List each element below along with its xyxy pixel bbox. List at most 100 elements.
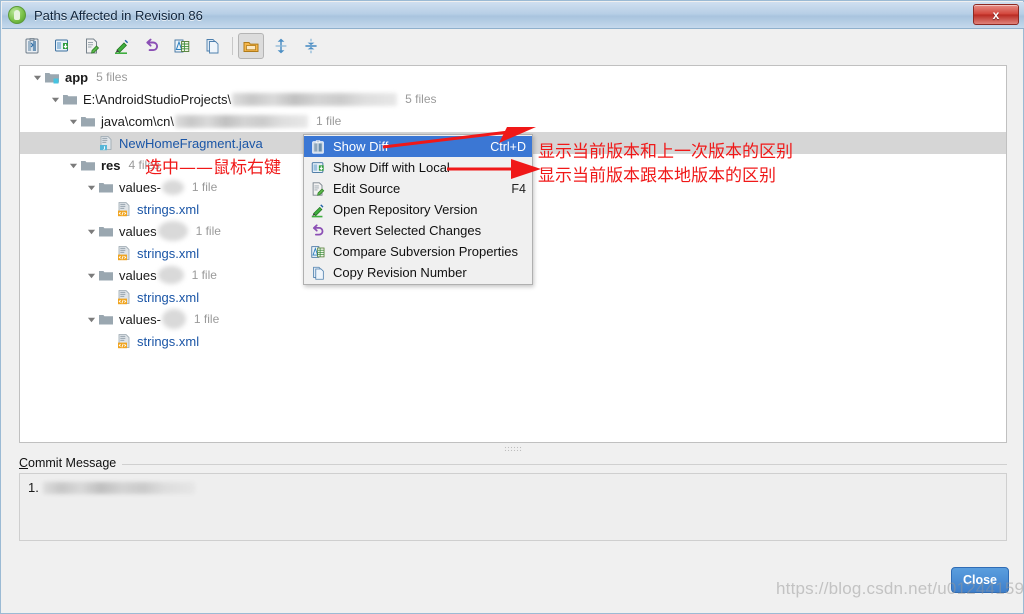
menu-item-label: Show Diff with Local — [333, 160, 450, 175]
folder-icon — [62, 91, 78, 107]
menu-item-compare-subversion-properties[interactable]: Compare Subversion Properties — [304, 241, 532, 262]
redacted-path-text — [161, 309, 186, 329]
folder-icon — [98, 267, 114, 283]
menu-item-edit-source[interactable]: Edit Source F4 — [304, 178, 532, 199]
xml-file-icon — [116, 201, 132, 217]
tree-row[interactable]: E:\AndroidStudioProjects\ 5 files — [20, 88, 1006, 110]
tree-node-label: values — [119, 223, 157, 239]
tree-node-label: app — [65, 69, 89, 85]
commit-message-label: Commit Message — [19, 456, 123, 470]
tree-node-label: E:\AndroidStudioProjects\ — [83, 91, 232, 107]
dialog-window: Paths Affected in Revision 86 x app 5 fi… — [0, 0, 1024, 614]
tree-twisty-placeholder — [102, 330, 116, 352]
show-diff-icon[interactable] — [19, 33, 45, 59]
tree-node-file-count: 4 files — [128, 158, 160, 172]
tree-twisty-placeholder — [102, 242, 116, 264]
tree-node-label: NewHomeFragment.java — [119, 135, 263, 151]
xml-file-icon — [116, 333, 132, 349]
xml-file-icon — [116, 289, 132, 305]
tree-row[interactable]: app 5 files — [20, 66, 1006, 88]
chevron-down-icon[interactable] — [84, 308, 98, 330]
copy-revision-number-icon — [309, 264, 326, 281]
commit-label-mnemonic: C — [19, 456, 29, 470]
collapse-all-icon[interactable] — [298, 33, 324, 59]
commit-label-rest: ommit Message — [28, 456, 117, 470]
tree-twisty-placeholder — [84, 132, 98, 154]
android-round-icon — [8, 6, 26, 24]
context-menu-items: Show Diff Ctrl+D Show Diff with Local Edit … — [304, 136, 532, 283]
panel-splitter[interactable] — [19, 444, 1007, 453]
compare-subversion-properties-icon[interactable] — [169, 33, 195, 59]
chevron-down-icon[interactable] — [84, 264, 98, 286]
chevron-down-icon[interactable] — [66, 154, 80, 176]
splitter-grip-icon — [504, 446, 522, 451]
menu-item-revert-selected-changes[interactable]: Revert Selected Changes — [304, 220, 532, 241]
commit-message-box[interactable]: 1. — [19, 473, 1007, 541]
tree-twisty-placeholder — [102, 198, 116, 220]
redacted-path-text — [157, 221, 188, 241]
folder-icon — [98, 179, 114, 195]
compare-subversion-properties-icon — [309, 243, 326, 260]
tree-node-label: strings.xml — [137, 201, 200, 217]
menu-item-label: Revert Selected Changes — [333, 223, 482, 238]
tree-node-file-count: 5 files — [405, 92, 437, 106]
menu-item-show-diff[interactable]: Show Diff Ctrl+D — [304, 136, 532, 157]
open-repository-version-icon[interactable] — [109, 33, 135, 59]
tree-node-label: values — [119, 267, 157, 283]
tree-row[interactable]: java\com\cn\ 1 file — [20, 110, 1006, 132]
tree-node-label: strings.xml — [137, 289, 200, 305]
commit-message-line: 1. — [28, 480, 195, 495]
menu-item-show-diff-with-local[interactable]: Show Diff with Local — [304, 157, 532, 178]
chevron-down-icon[interactable] — [84, 220, 98, 242]
window-close-button[interactable]: x — [973, 4, 1019, 25]
menu-item-label: Copy Revision Number — [333, 265, 467, 280]
menu-item-label: Show Diff — [333, 139, 389, 154]
chevron-down-icon[interactable] — [48, 88, 62, 110]
xml-file-icon — [116, 245, 132, 261]
toolbar-separator — [232, 37, 233, 55]
menu-item-label: Edit Source — [333, 181, 401, 196]
expand-all-icon[interactable] — [268, 33, 294, 59]
title-bar: Paths Affected in Revision 86 x — [2, 2, 1024, 29]
tree-node-label: java\com\cn\ — [101, 113, 174, 129]
tree-twisty-placeholder — [102, 286, 116, 308]
edit-source-icon[interactable] — [79, 33, 105, 59]
dialog-footer: Close — [3, 553, 1023, 609]
tree-node-file-count: 1 file — [195, 224, 221, 238]
tree-row[interactable]: strings.xml — [20, 330, 1006, 352]
redacted-path-text — [232, 92, 398, 106]
menu-item-label: Compare Subversion Properties — [333, 244, 518, 259]
close-button[interactable]: Close — [951, 567, 1009, 593]
redacted-path-text — [161, 179, 184, 195]
tree-node-file-count: 1 file — [191, 180, 218, 194]
edit-source-icon — [309, 180, 326, 197]
redacted-path-text — [174, 114, 308, 128]
tree-row[interactable]: strings.xml — [20, 286, 1006, 308]
copy-revision-number-icon[interactable] — [199, 33, 225, 59]
tree-row[interactable]: values- 1 file — [20, 308, 1006, 330]
revert-selected-changes-icon — [309, 222, 326, 239]
group-by-directory-icon[interactable] — [238, 33, 264, 59]
folder-icon — [80, 113, 96, 129]
tree-node-file-count: 1 file — [191, 268, 217, 282]
tree-node-file-count: 1 file — [193, 312, 220, 326]
folder-icon — [98, 223, 114, 239]
menu-item-copy-revision-number[interactable]: Copy Revision Number — [304, 262, 532, 283]
show-diff-with-local-icon[interactable] — [49, 33, 75, 59]
tree-node-file-count: 5 files — [96, 70, 128, 84]
commit-item-number: 1. — [28, 480, 39, 495]
show-diff-with-local-icon — [309, 159, 326, 176]
toolbar — [3, 30, 1023, 62]
chevron-down-icon[interactable] — [30, 66, 44, 88]
context-menu[interactable]: Show Diff Ctrl+D Show Diff with Local Edit … — [303, 134, 533, 285]
menu-item-label: Open Repository Version — [333, 202, 478, 217]
folder-icon — [98, 311, 114, 327]
java-file-icon — [98, 135, 114, 151]
chevron-down-icon[interactable] — [66, 110, 80, 132]
commit-message-group: Commit Message 1. — [19, 456, 1007, 552]
chevron-down-icon[interactable] — [84, 176, 98, 198]
menu-item-shortcut: Ctrl+D — [490, 139, 526, 154]
menu-item-open-repository-version[interactable]: Open Repository Version — [304, 199, 532, 220]
redacted-commit-text — [42, 481, 195, 494]
revert-selected-changes-icon[interactable] — [139, 33, 165, 59]
